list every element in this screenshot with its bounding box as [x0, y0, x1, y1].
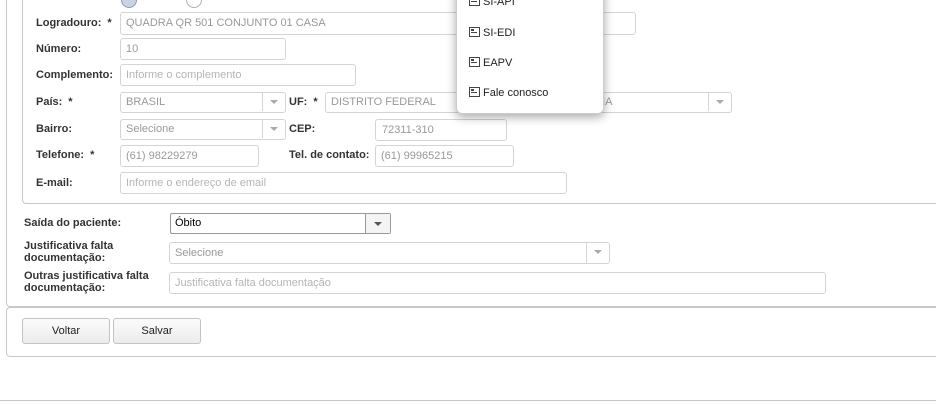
- numero-label: Número:: [36, 43, 82, 55]
- menu-item-fale-conosco[interactable]: Fale conosco: [469, 86, 548, 99]
- tel-contato-input[interactable]: (61) 99965215: [375, 145, 514, 167]
- logradouro-label: Logradouro: *: [36, 17, 112, 29]
- complemento-input[interactable]: Informe o complemento: [120, 64, 356, 86]
- outras-justificativa-label: Outras justificativa falta documentação:: [24, 270, 149, 294]
- id-card-icon: [469, 87, 480, 97]
- saida-label: Saída do paciente:: [24, 217, 122, 229]
- menu-item-eapv[interactable]: EAPV: [469, 56, 512, 69]
- uf-label: UF: *: [289, 96, 318, 108]
- chevron-down-icon[interactable]: [262, 93, 285, 111]
- justificativa-select[interactable]: Selecione: [169, 242, 610, 264]
- chevron-down-icon[interactable]: [708, 93, 731, 111]
- menu-item-si-edi[interactable]: SI-EDI: [469, 26, 515, 39]
- chevron-down-icon[interactable]: [365, 214, 390, 233]
- tel-contato-label: Tel. de contato:: [289, 149, 370, 161]
- bairro-label: Bairro:: [36, 123, 73, 135]
- pais-select[interactable]: BRASIL: [120, 92, 286, 113]
- pais-label: País: *: [36, 96, 73, 108]
- chevron-down-icon[interactable]: [262, 120, 285, 138]
- justificativa-value: Selecione: [175, 247, 224, 259]
- justificativa-label: Justificativa falta documentação:: [24, 240, 114, 264]
- id-card-icon: [469, 27, 480, 37]
- uf-select[interactable]: DISTRITO FEDERAL: [325, 92, 475, 113]
- id-card-icon: [469, 0, 480, 6]
- municipio-select[interactable]: LIA: [590, 92, 732, 113]
- uf-value: DISTRITO FEDERAL: [331, 96, 436, 108]
- complemento-label: Complemento:: [36, 69, 113, 81]
- systems-menu: SI-API SI-EDI EAPV Fale conosco: [456, 0, 604, 114]
- outras-justificativa-input[interactable]: Justificativa falta documentação: [169, 272, 826, 294]
- saida-select[interactable]: Óbito: [170, 213, 391, 234]
- cep-label: CEP:: [289, 123, 316, 135]
- bairro-value: Selecione: [126, 123, 175, 135]
- telefone-input[interactable]: (61) 98229279: [120, 145, 259, 167]
- menu-item-si-api[interactable]: SI-API: [469, 0, 515, 8]
- divider: [0, 400, 936, 401]
- id-card-icon: [469, 57, 480, 67]
- numero-input[interactable]: 10: [120, 38, 286, 60]
- chevron-down-icon[interactable]: [586, 243, 609, 263]
- saida-value: Óbito: [175, 217, 202, 229]
- salvar-button[interactable]: Salvar: [113, 318, 201, 344]
- telefone-label: Telefone: *: [36, 149, 95, 161]
- cep-input[interactable]: 72311-310: [375, 119, 507, 141]
- email-input[interactable]: Informe o endereço de email: [120, 172, 567, 194]
- bairro-select[interactable]: Selecione: [120, 119, 286, 140]
- email-label: E-mail:: [36, 177, 73, 189]
- pais-value: BRASIL: [126, 96, 166, 108]
- voltar-button[interactable]: Voltar: [22, 318, 110, 344]
